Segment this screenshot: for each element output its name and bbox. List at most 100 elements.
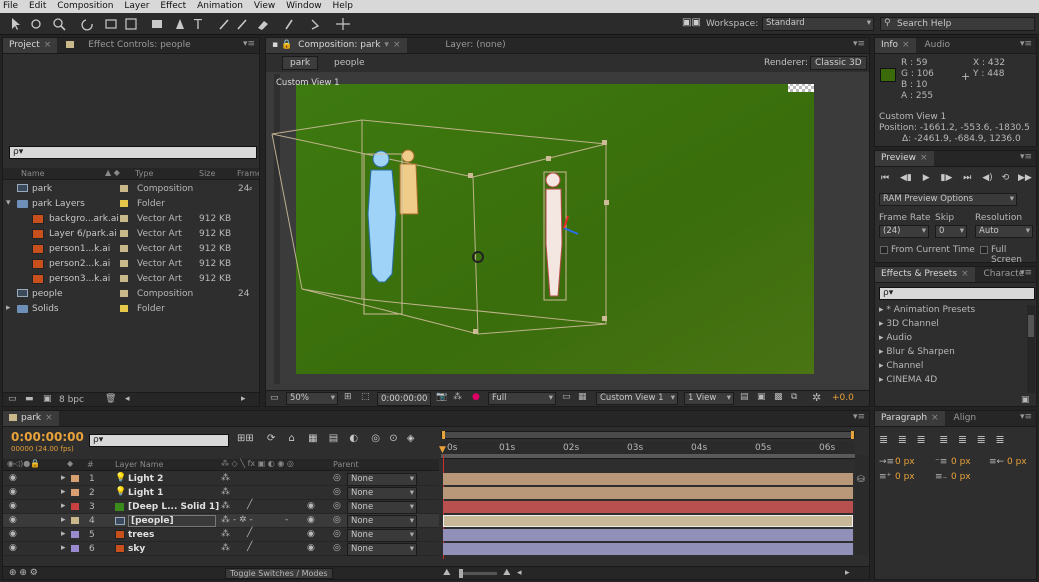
bpc-label[interactable]: 8 bpc	[59, 395, 84, 405]
fast-previews-icon[interactable]: ▣	[757, 392, 766, 402]
list-item[interactable]: ▸ CINEMA 4D	[875, 375, 1027, 389]
frame-blending-icon[interactable]: ▤	[329, 433, 338, 444]
close-icon[interactable]: ×	[961, 269, 969, 279]
crumb-park[interactable]: park	[282, 56, 319, 70]
justify-right-icon[interactable]: ≣	[977, 433, 986, 446]
tab-composition[interactable]: ▪ 🔒 Composition: park ▾ ×	[266, 38, 407, 53]
expand-icon[interactable]: ▾	[6, 198, 11, 208]
expand-icon[interactable]: ▸	[61, 529, 66, 539]
scroll-right-icon[interactable]: ▸	[241, 394, 246, 404]
exposure-value[interactable]: +0.0	[832, 393, 854, 403]
table-row[interactable]: ◉ ▸ 1 💡 Light 2 ⁂ ◎ None	[3, 472, 439, 486]
mute-icon[interactable]: ◀)	[982, 173, 992, 183]
space-after-value[interactable]: 0 px	[951, 472, 971, 482]
col-layer-name[interactable]: Layer Name	[115, 460, 163, 469]
play-icon[interactable]: ▶	[923, 173, 930, 183]
flowchart-icon[interactable]: ⸗	[249, 183, 252, 194]
current-time-indicator[interactable]: ▼	[439, 445, 446, 455]
layer-bar[interactable]	[443, 515, 853, 527]
parent-select[interactable]: None	[347, 501, 417, 514]
first-frame-icon[interactable]: ⏮	[881, 173, 889, 183]
table-row[interactable]: ◉ ▸ 2 💡 Light 1 ⁂ ◎ None	[3, 486, 439, 500]
new-folder-icon[interactable]: ▬	[25, 394, 34, 404]
table-row[interactable]: ◉ ▸ 6 sky ⁂ ╱ ◉ ◎ None	[3, 542, 439, 556]
panel-menu-icon[interactable]: ▾≡	[1020, 412, 1032, 422]
align-center-icon[interactable]: ≣	[898, 433, 907, 446]
3d-view-select[interactable]: Custom View 1	[596, 392, 678, 405]
live-update-icon[interactable]: ⟳	[267, 433, 275, 444]
eye-icon[interactable]: ◉	[9, 543, 17, 553]
motion-blur-icon[interactable]: ◐	[349, 433, 358, 444]
tab-park-timeline[interactable]: park ×	[3, 411, 59, 426]
tab-preview[interactable]: Preview ×	[875, 151, 934, 166]
close-icon[interactable]: ×	[902, 40, 910, 50]
menu-arrow-icon[interactable]: ▾	[384, 40, 389, 50]
shy-switch-icon[interactable]: ⁂	[221, 501, 230, 511]
view-toggle-icon[interactable]: ▣▣	[682, 17, 701, 28]
shy-switch-icon[interactable]: ⁂	[221, 543, 230, 553]
expand-icon[interactable]: ▸	[61, 543, 66, 553]
new-composition-icon[interactable]: ▣	[43, 394, 52, 404]
list-item[interactable]: ▸ 3D Channel	[875, 319, 1027, 333]
comp-button-icon[interactable]: ⛁	[857, 475, 865, 485]
last-frame-icon[interactable]: ⏭	[963, 173, 971, 183]
toggle-switches-modes-button[interactable]: Toggle Switches / Modes	[225, 568, 333, 579]
space-before-value[interactable]: 0 px	[951, 457, 971, 467]
project-item[interactable]: person2...k.ai Vector Art 912 KB	[3, 257, 259, 272]
snapshot-icon[interactable]: 📷	[436, 392, 447, 402]
pickwhip-icon[interactable]: ◎	[333, 515, 341, 525]
justify-center-icon[interactable]: ≣	[958, 433, 967, 446]
menu-edit[interactable]: Edit	[29, 1, 46, 11]
eye-icon[interactable]: ◉	[9, 529, 17, 539]
tab-info[interactable]: Info ×	[875, 38, 916, 53]
first-line-indent-value[interactable]: 0 px	[895, 472, 915, 482]
project-item[interactable]: Layer 6/park.ai Vector Art 912 KB	[3, 227, 259, 242]
project-item[interactable]: person1...k.ai Vector Art 912 KB	[3, 242, 259, 257]
tab-layer[interactable]: Layer: (none)	[439, 38, 511, 53]
shy-switch-icon[interactable]: ⁂	[221, 529, 230, 539]
resolution-select[interactable]: Full	[488, 392, 556, 405]
table-row[interactable]: ◉ ▸ 5 trees ⁂ ╱ ◉ ◎ None	[3, 528, 439, 542]
graph-editor-icon[interactable]: ◎	[371, 433, 380, 444]
timeline-icon[interactable]: ▩	[774, 392, 783, 402]
footer-toggle-icons[interactable]: ⊕ ⊕ ⚙	[9, 568, 38, 578]
tab-paragraph[interactable]: Paragraph ×	[875, 411, 945, 426]
hide-shy-icon[interactable]: ▦	[308, 433, 317, 444]
table-row[interactable]: ◉ ▸ 4 [people] ⁂ - ✲ - - ◉ ◎ None	[3, 514, 439, 528]
indent-left-value[interactable]: 0 px	[895, 457, 915, 467]
zoom-slider[interactable]	[459, 569, 497, 578]
eye-icon[interactable]: ◉	[9, 473, 17, 483]
layer-bar[interactable]	[443, 473, 853, 485]
expand-icon[interactable]: ▸	[61, 515, 66, 525]
comp-viewer[interactable]: Custom View 1	[268, 74, 867, 384]
project-item[interactable]: people Composition 24	[3, 287, 259, 302]
parent-select[interactable]: None	[347, 473, 417, 486]
3d-layer-icon[interactable]: ◉	[307, 529, 315, 539]
shy-switch-icon[interactable]: ⁂	[221, 473, 230, 483]
pickwhip-icon[interactable]: ◎	[333, 473, 341, 483]
frame-rate-select[interactable]: (24)	[879, 225, 929, 238]
show-channel-icon[interactable]: ⁂	[453, 392, 462, 402]
panel-menu-icon[interactable]: ▾≡	[853, 412, 865, 422]
col-frame[interactable]: Frame	[237, 169, 259, 178]
3d-layer-icon[interactable]: ◉	[307, 515, 315, 525]
toggle-pixel-icon[interactable]: ▤	[740, 392, 749, 402]
project-item[interactable]: backgro...ark.ai Vector Art 912 KB	[3, 212, 259, 227]
expand-icon[interactable]: ▸	[61, 487, 66, 497]
indent-right-value[interactable]: 0 px	[1007, 457, 1027, 467]
scroll-right-icon[interactable]: ▸	[845, 568, 850, 578]
time-ruler[interactable]: 0s 01s 02s 03s 04s 05s 06s	[441, 441, 855, 459]
menu-animation[interactable]: Animation	[197, 1, 243, 11]
lock-icon[interactable]: ▪ 🔒	[272, 40, 292, 50]
close-icon[interactable]: ×	[920, 153, 928, 163]
list-item[interactable]: ▸ Blur & Sharpen	[875, 347, 1027, 361]
close-icon[interactable]: ×	[931, 413, 939, 423]
resolution-select[interactable]: Auto	[975, 225, 1033, 238]
eye-icon[interactable]: ◉	[9, 515, 17, 525]
tab-project[interactable]: Project ×	[3, 38, 58, 53]
tab-audio[interactable]: Audio	[918, 38, 956, 53]
safe-zones-icon[interactable]: ⊞	[344, 392, 352, 402]
panel-menu-icon[interactable]: ▾≡	[243, 39, 255, 49]
col-size[interactable]: Size	[199, 169, 215, 178]
parent-select[interactable]: None	[347, 487, 417, 500]
